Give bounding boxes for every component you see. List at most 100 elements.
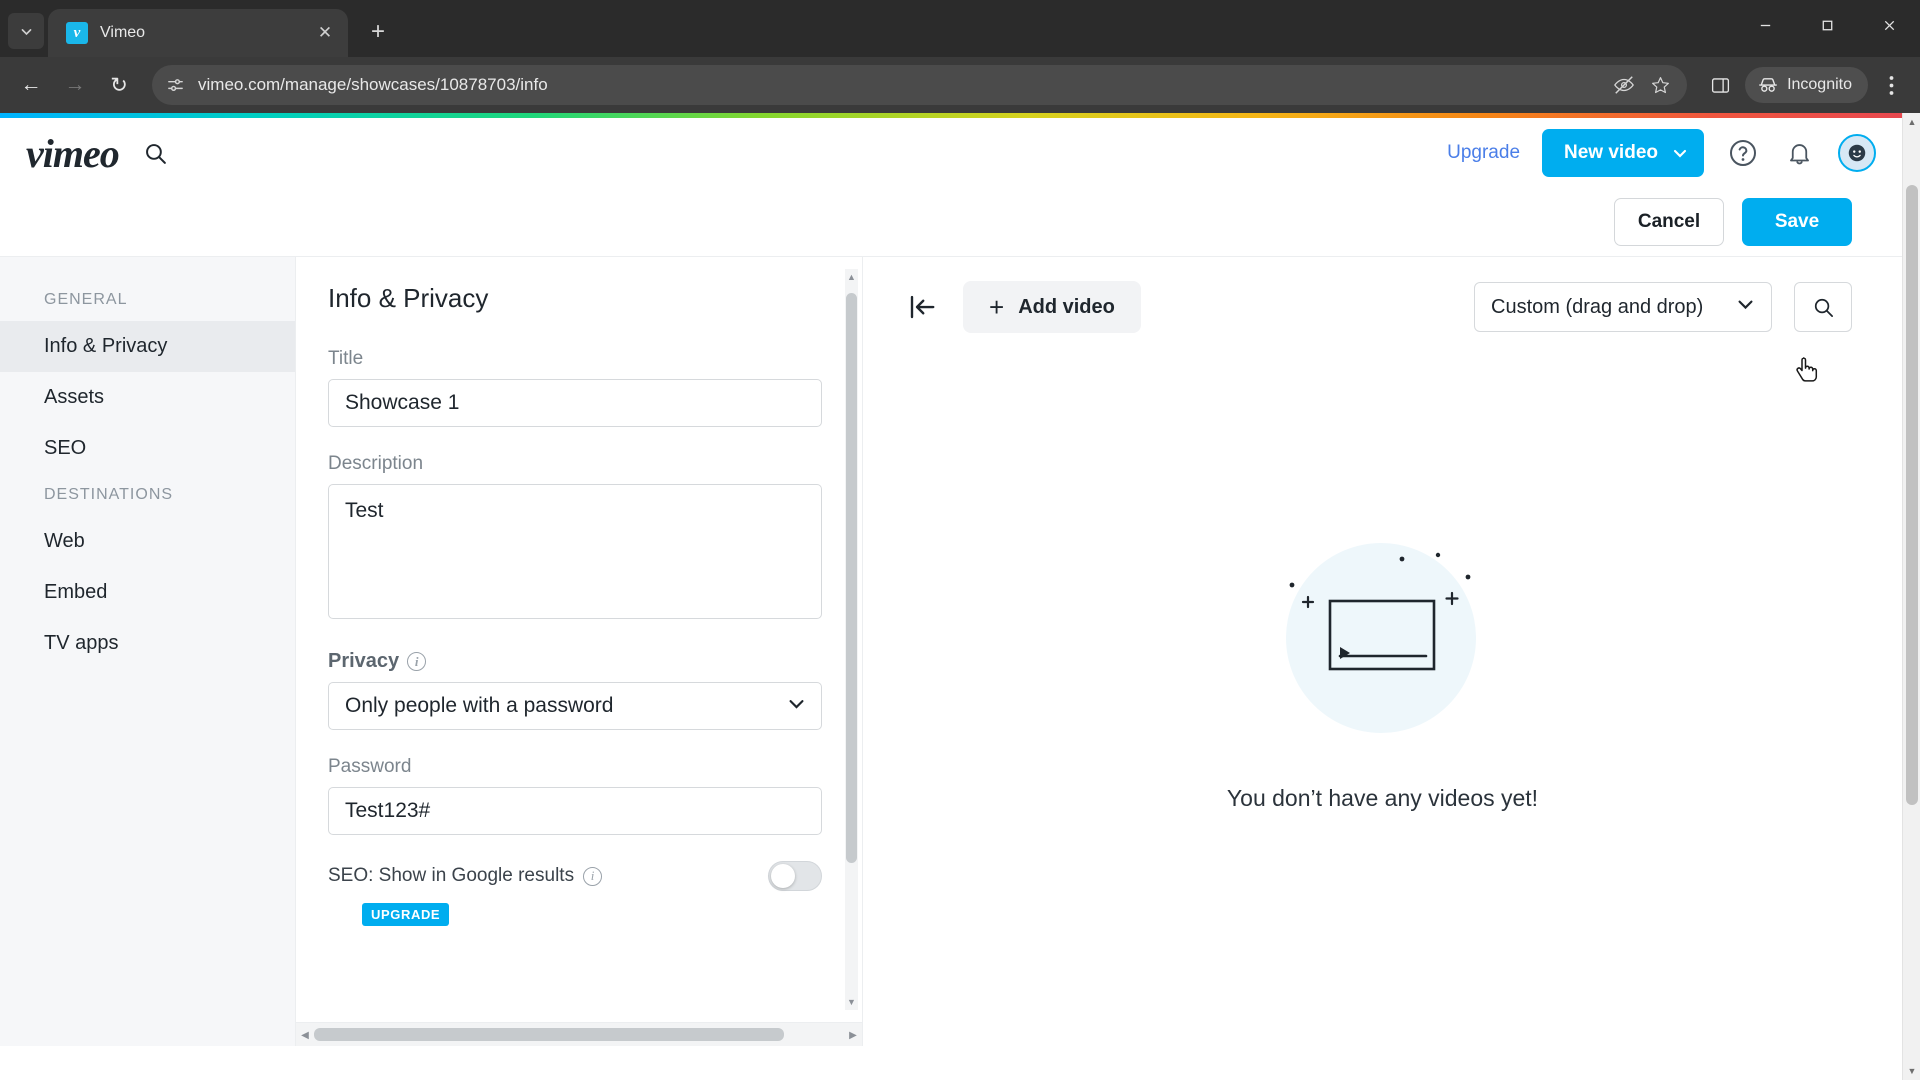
help-circle-icon[interactable] [1726,136,1760,170]
form-vertical-scrollbar[interactable]: ▲ ▼ [845,269,858,1010]
side-panel-icon[interactable] [1701,66,1739,104]
new-video-button[interactable]: New video [1542,129,1704,177]
incognito-indicator[interactable]: Incognito [1745,67,1868,103]
avatar-face-icon [1848,144,1866,162]
page-title: Info & Privacy [328,283,489,313]
sort-select-value: Custom (drag and drop) [1491,295,1704,318]
search-icon[interactable] [141,138,171,168]
vimeo-favicon-icon: v [66,22,88,44]
seo-toggle-row: SEO: Show in Google results i [328,861,822,891]
star-icon[interactable] [1649,74,1671,96]
new-tab-button[interactable]: + [360,14,396,50]
address-bar[interactable]: vimeo.com/manage/showcases/10878703/info [152,65,1688,105]
close-icon [1884,20,1894,30]
title-field-group: Title [328,348,822,427]
scroll-down-arrow[interactable]: ▼ [845,994,858,1010]
bell-icon[interactable] [1782,136,1816,170]
vimeo-logo[interactable]: vimeo [26,130,120,177]
scroll-left-arrow[interactable]: ◀ [296,1023,314,1047]
reload-button[interactable]: ↻ [100,66,138,104]
illustration-lines [1289,552,1470,671]
chevron-down-icon [1673,149,1687,158]
seo-toggle[interactable] [768,861,822,891]
sidebar-item-seo[interactable]: SEO [0,423,295,474]
password-input[interactable] [328,787,822,835]
incognito-label: Incognito [1787,76,1852,93]
password-field-group: Password [328,756,822,835]
sidebar-item-web[interactable]: Web [0,516,295,567]
page-viewport: vimeo Upgrade New video Cancel Save GENE… [0,113,1920,1080]
page-body: GENERAL Info & Privacy Assets SEO DESTIN… [0,256,1902,1046]
privacy-select[interactable]: Only people with a password [328,682,822,730]
sidebar-item-assets[interactable]: Assets [0,372,295,423]
toggle-knob [771,864,795,888]
collapse-left-icon[interactable] [903,288,941,326]
privacy-label-text: Privacy [328,650,400,672]
scrollbar-thumb[interactable] [846,293,857,863]
tab-strip: v Vimeo ✕ + [0,0,1920,57]
url-text: vimeo.com/manage/showcases/10878703/info [198,75,548,94]
title-input[interactable] [328,379,822,427]
save-button[interactable]: Save [1742,198,1852,246]
search-icon [1814,298,1833,317]
password-label: Password [328,756,412,777]
videos-search-button[interactable] [1794,282,1852,332]
add-video-button[interactable]: + Add video [963,281,1141,333]
privacy-label: Privacy i [328,650,822,673]
page-scrollbar[interactable]: ▲ ▼ [1902,113,1920,1080]
videos-panel: + Add video Custom (drag and drop) You d… [862,257,1902,1046]
info-icon[interactable]: i [583,866,603,886]
settings-sidebar: GENERAL Info & Privacy Assets SEO DESTIN… [0,257,296,1046]
browser-tab[interactable]: v Vimeo ✕ [48,9,348,57]
settings-form: Info & Privacy Title Description Privacy [296,257,862,1022]
videos-toolbar: + Add video Custom (drag and drop) [863,257,1902,357]
sort-select[interactable]: Custom (drag and drop) [1474,282,1772,332]
hscrollbar-thumb[interactable] [314,1028,784,1041]
sidebar-item-embed[interactable]: Embed [0,567,295,618]
sidebar-item-info-privacy[interactable]: Info & Privacy [0,321,295,372]
user-avatar[interactable] [1838,134,1876,172]
scroll-right-arrow[interactable]: ▶ [844,1023,862,1047]
sidebar-item-tv-apps[interactable]: TV apps [0,618,295,669]
back-button[interactable]: ← [12,66,50,104]
description-field-group: Description [328,453,822,624]
tab-search-button[interactable] [8,13,44,49]
chevron-down-icon [1736,295,1755,320]
scroll-up-arrow[interactable]: ▲ [845,269,858,285]
page-scroll-up-arrow[interactable]: ▲ [1903,113,1920,131]
plus-icon: + [989,291,1005,322]
browser-menu-button[interactable] [1874,66,1908,104]
page-scrollbar-thumb[interactable] [1906,185,1918,805]
page-scroll-down-arrow[interactable]: ▼ [1903,1062,1920,1080]
window-controls [1734,0,1920,50]
privacy-field-group: Privacy i Only people with a password [328,650,822,730]
action-bar: Cancel Save [0,188,1902,256]
cancel-button[interactable]: Cancel [1614,198,1724,246]
sidebar-group-destinations: DESTINATIONS [44,486,174,503]
add-video-label: Add video [1018,295,1115,318]
maximize-icon [1822,20,1832,30]
eye-off-icon[interactable] [1613,74,1635,96]
empty-video-illustration [1278,531,1488,741]
chevron-down-icon [21,28,31,35]
info-icon[interactable]: i [407,652,427,671]
empty-state: You don’t have any videos yet! [863,357,1902,1046]
minimize-icon [1760,24,1770,26]
page-settings-icon[interactable] [164,74,186,96]
incognito-icon [1759,78,1777,92]
upgrade-badge[interactable]: UPGRADE [362,903,450,926]
form-horizontal-scrollbar[interactable]: ◀ ▶ [296,1022,862,1046]
description-textarea[interactable] [328,484,822,619]
new-video-label: New video [1564,142,1658,163]
seo-label-text: SEO: Show in Google results [328,865,575,886]
empty-state-message: You don’t have any videos yet! [1226,785,1539,811]
privacy-select-wrap: Only people with a password [328,682,822,730]
upgrade-link[interactable]: Upgrade [1447,142,1520,164]
seo-label: SEO: Show in Google results i [328,865,603,887]
minimize-button[interactable] [1734,0,1796,50]
sidebar-group-general: GENERAL [44,291,128,308]
close-tab-icon[interactable]: ✕ [312,20,338,46]
forward-button[interactable]: → [56,66,94,104]
maximize-button[interactable] [1796,0,1858,50]
close-window-button[interactable] [1858,0,1920,50]
